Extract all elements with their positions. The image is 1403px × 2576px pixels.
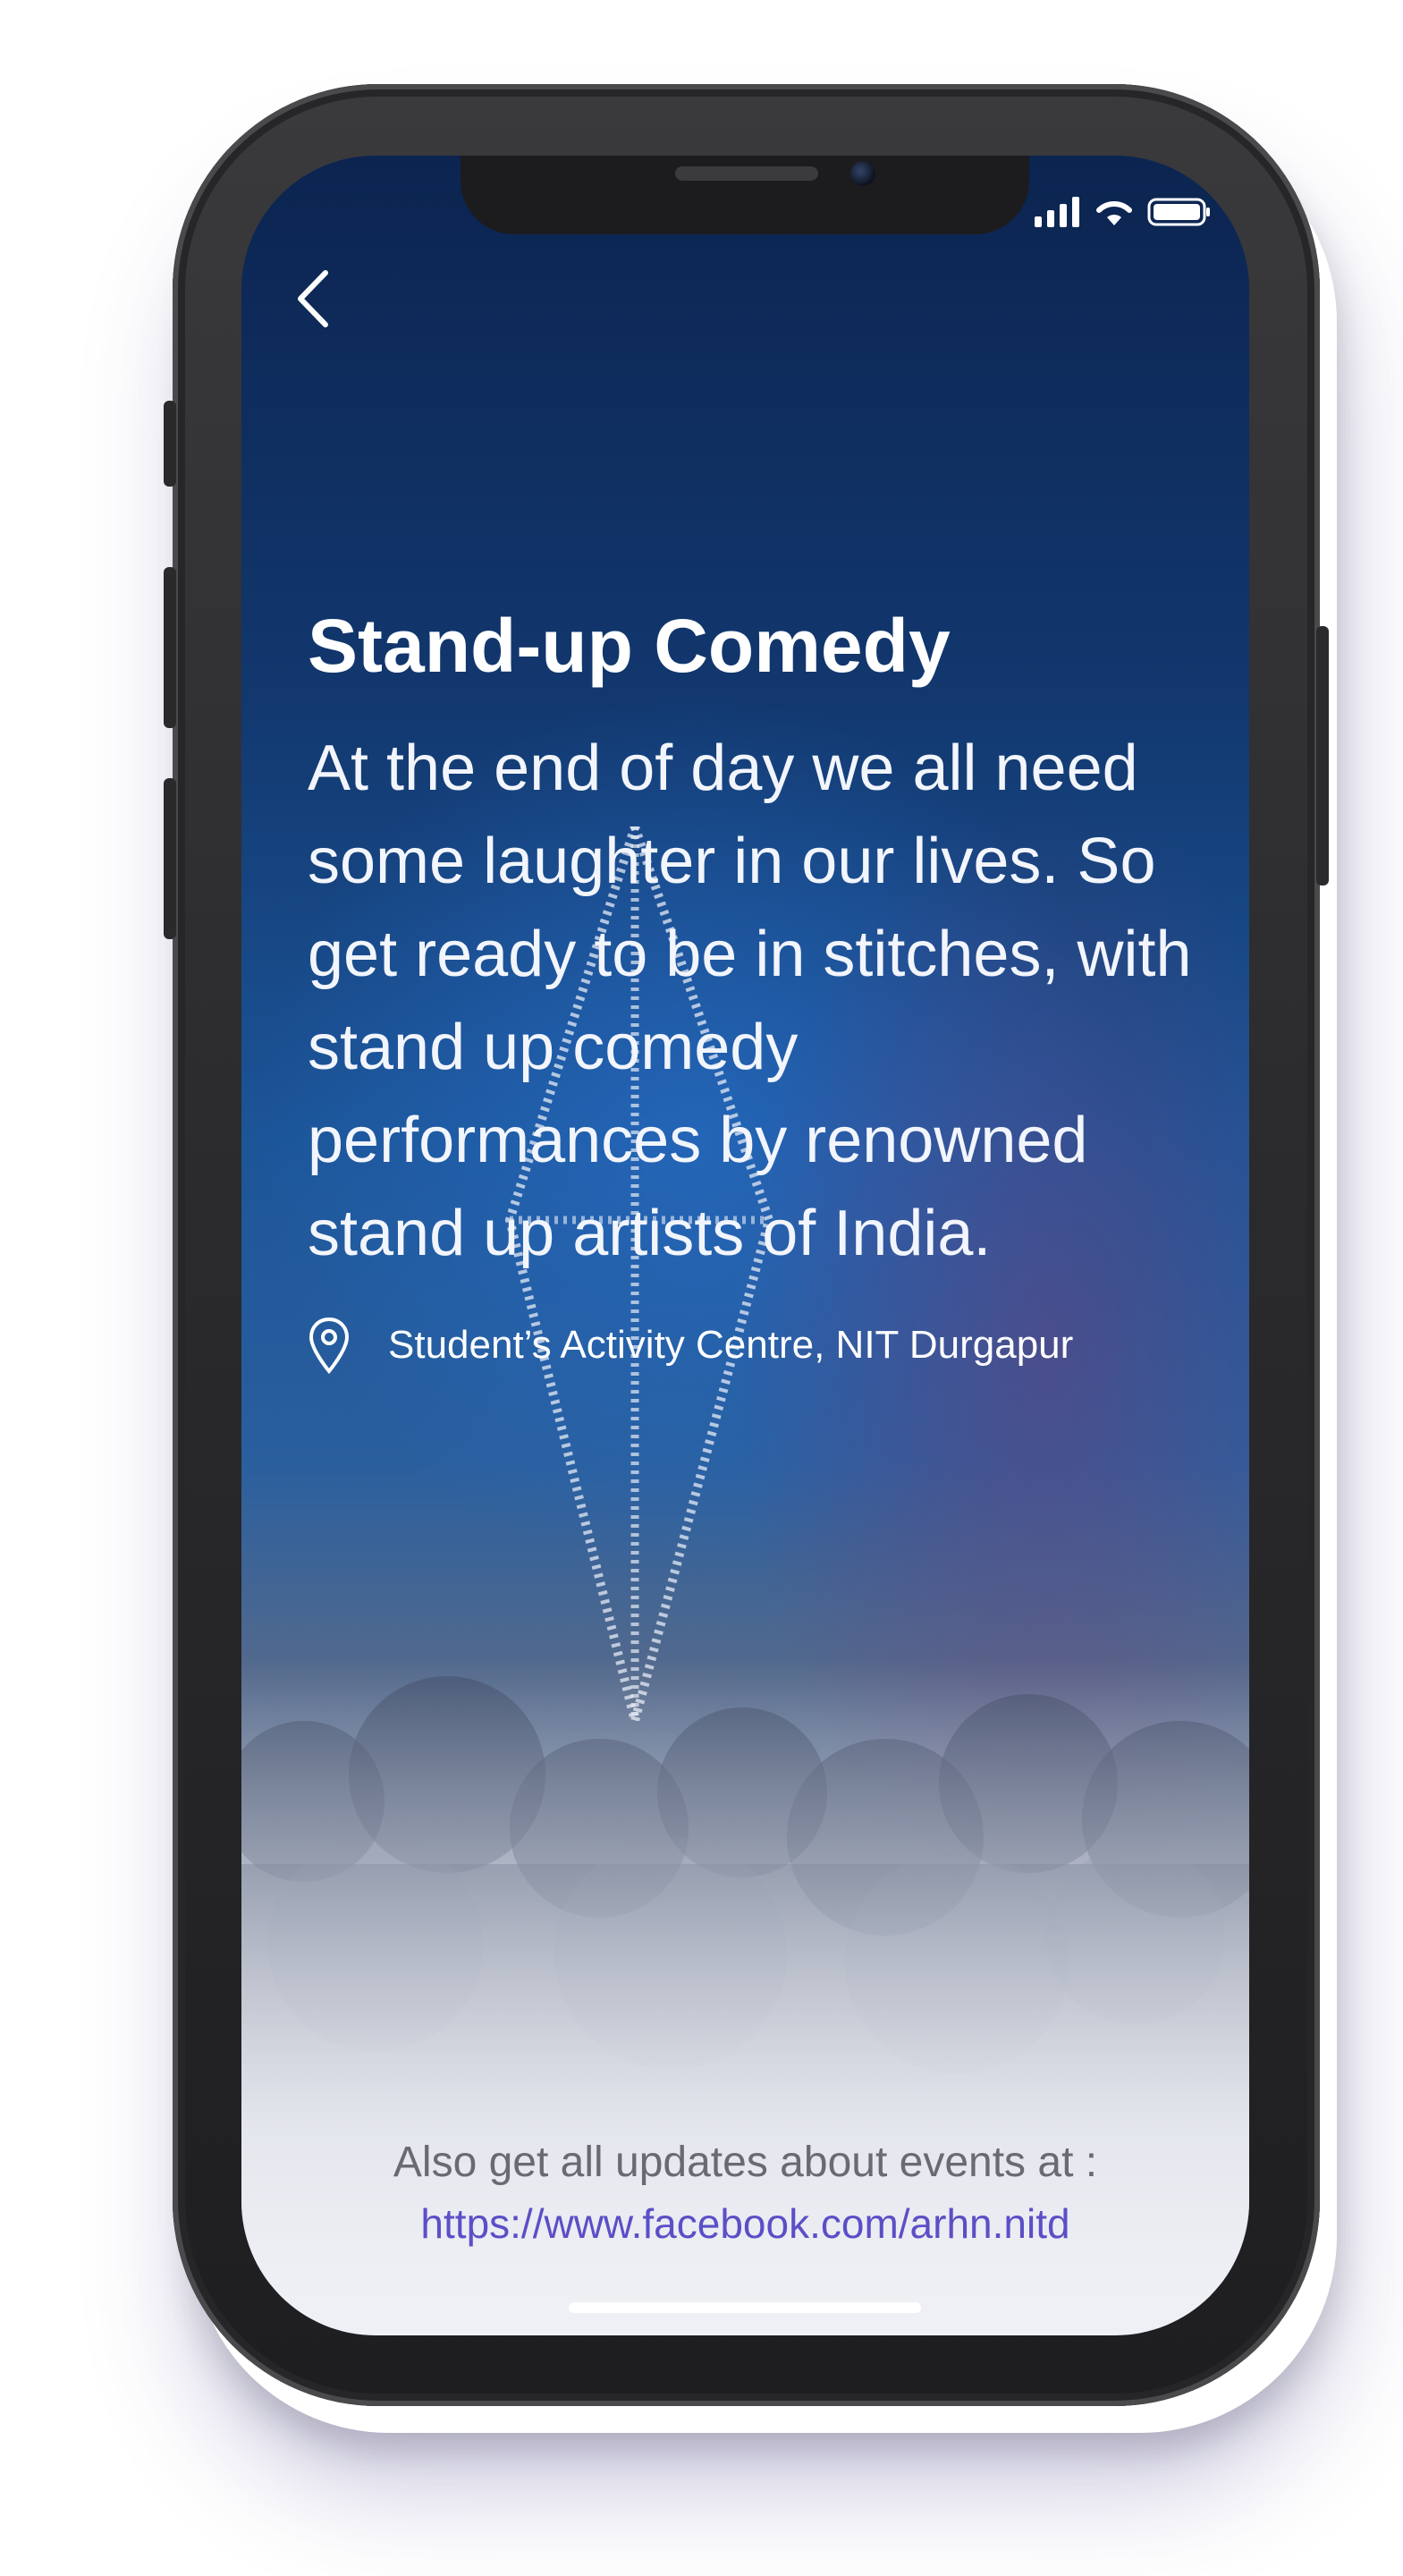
stage: Stand-up Comedy At the end of day we all…: [0, 0, 1403, 2576]
event-title: Stand-up Comedy: [308, 604, 951, 688]
wifi-icon: [1096, 200, 1132, 225]
map-pin-icon: [308, 1317, 350, 1374]
battery-icon: [1147, 198, 1210, 226]
event-description: At the end of day we all need some laugh…: [308, 732, 1192, 1269]
home-indicator[interactable]: [569, 2302, 921, 2313]
mute-switch: [164, 401, 176, 487]
status-bar: [1035, 197, 1212, 227]
event-location-text: Student’s Activity Centre, NIT Durgapur: [388, 1322, 1074, 1367]
event-location: Student’s Activity Centre, NIT Durgapur: [308, 1316, 1211, 1375]
power-button: [1316, 626, 1329, 886]
facebook-link[interactable]: https://www.facebook.com/arhn.nitd: [420, 2200, 1069, 2247]
footer: Also get all updates about events at : h…: [241, 2132, 1249, 2254]
notch: [461, 156, 1029, 234]
volume-up-button: [164, 567, 176, 728]
footer-text: Also get all updates about events at :: [393, 2139, 1098, 2186]
front-camera: [850, 161, 875, 186]
chevron-left-icon: [298, 270, 328, 327]
cellular-signal-icon: [1035, 197, 1079, 227]
earpiece-speaker: [675, 166, 818, 181]
app-screen: Stand-up Comedy At the end of day we all…: [241, 156, 1249, 2335]
back-button[interactable]: [277, 263, 349, 335]
volume-down-button: [164, 778, 176, 939]
event-details: Stand-up Comedy At the end of day we all…: [308, 603, 1211, 1375]
